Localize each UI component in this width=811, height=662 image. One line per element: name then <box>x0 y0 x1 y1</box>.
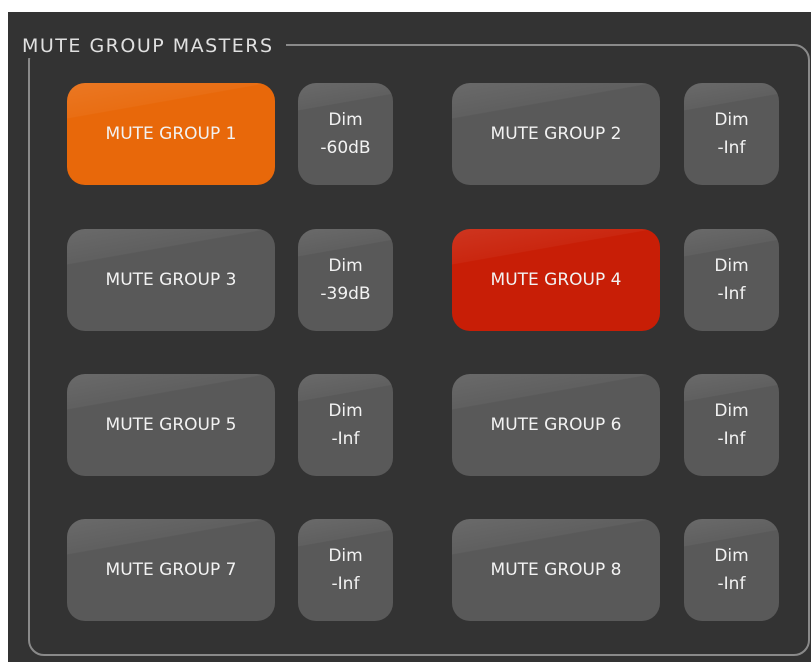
mute-group-3-button[interactable]: MUTE GROUP 3 <box>67 229 275 331</box>
dim-value: -Inf <box>331 429 360 449</box>
mute-group-2-label: MUTE GROUP 2 <box>490 124 622 144</box>
dim-label: Dim <box>328 546 363 566</box>
mute-group-2-button[interactable]: MUTE GROUP 2 <box>452 83 660 185</box>
mute-group-7-button[interactable]: MUTE GROUP 7 <box>67 519 275 621</box>
panel-title: MUTE GROUP MASTERS <box>22 34 286 58</box>
dim-label: Dim <box>714 401 749 421</box>
mute-group-6-button[interactable]: MUTE GROUP 6 <box>452 374 660 476</box>
dim-label: Dim <box>328 401 363 421</box>
mute-group-1-dim-button[interactable]: Dim -60dB <box>298 83 393 185</box>
mute-group-3-label: MUTE GROUP 3 <box>105 270 237 290</box>
mute-group-5-dim-button[interactable]: Dim -Inf <box>298 374 393 476</box>
mute-group-6-dim-button[interactable]: Dim -Inf <box>684 374 779 476</box>
mute-group-1-button[interactable]: MUTE GROUP 1 <box>67 83 275 185</box>
dim-value: -Inf <box>717 138 746 158</box>
dim-label: Dim <box>714 110 749 130</box>
dim-value: -Inf <box>717 574 746 594</box>
dim-label: Dim <box>328 256 363 276</box>
dim-value: -39dB <box>320 284 371 304</box>
mute-group-8-label: MUTE GROUP 8 <box>490 560 622 580</box>
mute-group-2-dim-button[interactable]: Dim -Inf <box>684 83 779 185</box>
dim-label: Dim <box>328 110 363 130</box>
mute-group-8-dim-button[interactable]: Dim -Inf <box>684 519 779 621</box>
mute-group-5-label: MUTE GROUP 5 <box>105 415 237 435</box>
mute-group-8-button[interactable]: MUTE GROUP 8 <box>452 519 660 621</box>
dim-label: Dim <box>714 256 749 276</box>
mute-group-5-button[interactable]: MUTE GROUP 5 <box>67 374 275 476</box>
dim-value: -Inf <box>717 429 746 449</box>
mute-group-1-label: MUTE GROUP 1 <box>105 124 237 144</box>
dim-value: -Inf <box>717 284 746 304</box>
mute-group-7-label: MUTE GROUP 7 <box>105 560 237 580</box>
mute-group-4-button[interactable]: MUTE GROUP 4 <box>452 229 660 331</box>
dim-label: Dim <box>714 546 749 566</box>
dim-value: -60dB <box>320 138 371 158</box>
mute-group-4-label: MUTE GROUP 4 <box>490 270 622 290</box>
dim-value: -Inf <box>331 574 360 594</box>
mute-group-6-label: MUTE GROUP 6 <box>490 415 622 435</box>
mute-group-7-dim-button[interactable]: Dim -Inf <box>298 519 393 621</box>
mute-group-3-dim-button[interactable]: Dim -39dB <box>298 229 393 331</box>
mute-group-4-dim-button[interactable]: Dim -Inf <box>684 229 779 331</box>
